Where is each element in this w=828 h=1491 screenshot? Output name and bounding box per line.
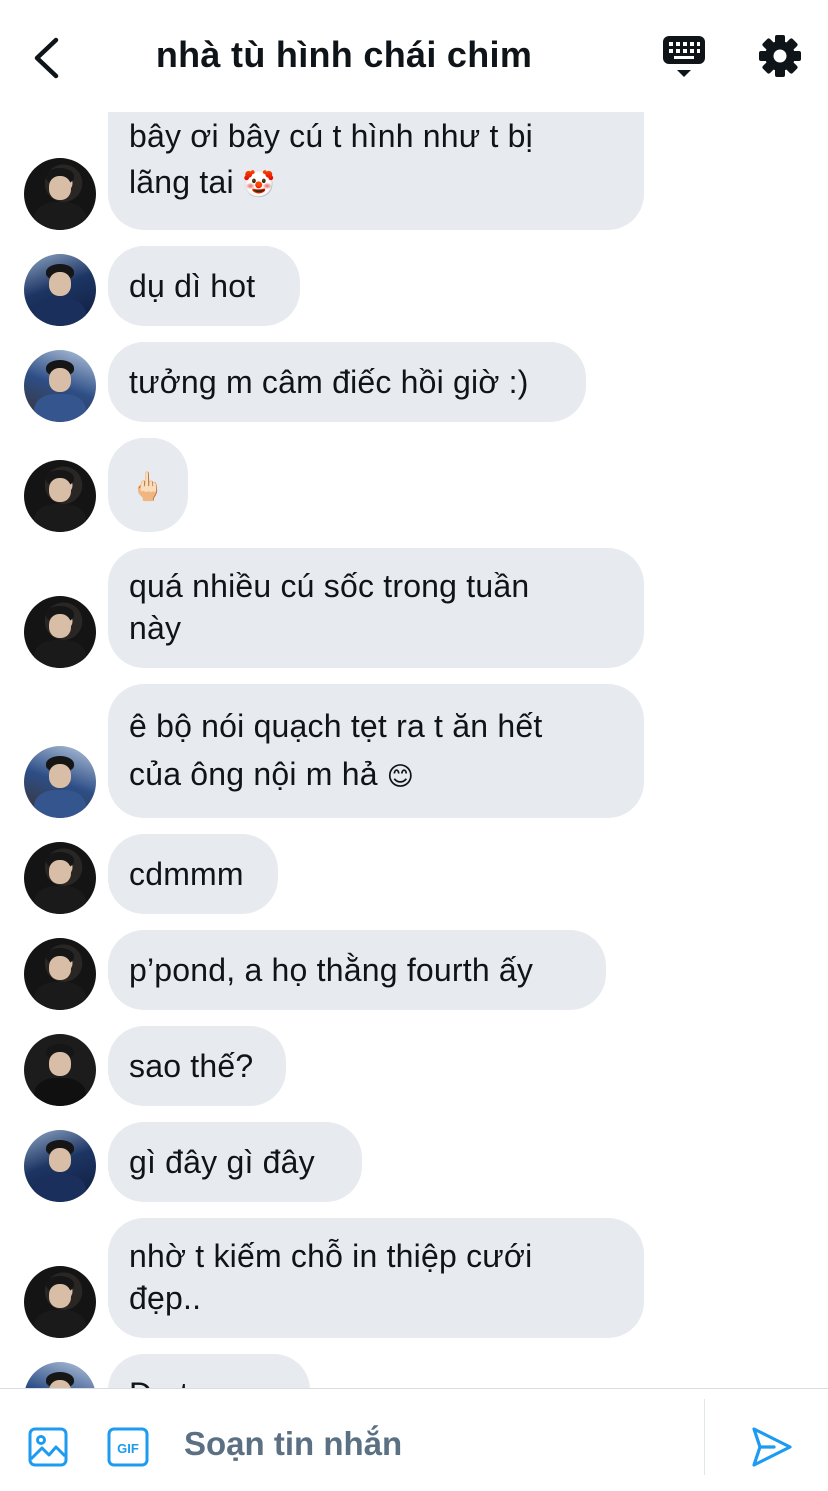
message-text: ê bộ nói quạch tẹt ra t ăn hết	[129, 708, 543, 744]
gear-icon	[759, 35, 801, 77]
message-input[interactable]	[184, 1419, 684, 1469]
avatar[interactable]	[24, 1362, 96, 1388]
avatar[interactable]	[24, 746, 96, 818]
message-bubble[interactable]: bây ơi bây cú t hình như t bị lãng tai 🤡	[108, 100, 644, 230]
chevron-left-icon	[34, 37, 59, 79]
keyboard-icon	[663, 36, 705, 77]
gif-icon: GIF	[107, 1427, 149, 1467]
message-bubble[interactable]: sao thế?	[108, 1026, 286, 1106]
message-list[interactable]: bây ơi bây cú t hình như t bị lãng tai 🤡…	[0, 0, 828, 1388]
avatar[interactable]	[24, 350, 96, 422]
message-text: Đ...t...	[129, 1371, 288, 1388]
message-bubble[interactable]: ê bộ nói quạch tẹt ra t ăn hết của ông n…	[108, 684, 644, 818]
keyboard-button[interactable]	[660, 34, 710, 82]
avatar[interactable]	[24, 158, 96, 230]
message-text: dụ dì hot	[129, 268, 256, 304]
avatar[interactable]	[24, 254, 96, 326]
message-composer: GIF	[0, 1388, 828, 1491]
message-text: p’pond, a họ thằng fourth ấy	[129, 952, 534, 988]
divider	[704, 1399, 705, 1475]
gif-button[interactable]: GIF	[107, 1427, 149, 1467]
middle-finger-emoji: 🖕🏻	[130, 470, 166, 503]
message-text: tưởng m câm điếc hồi giờ :)	[129, 364, 529, 400]
message-text: gì đây gì đây	[129, 1144, 315, 1180]
conversation-title[interactable]: nhà tù hình chái chim	[130, 34, 558, 76]
avatar[interactable]	[24, 938, 96, 1010]
message-bubble[interactable]: p’pond, a họ thằng fourth ấy	[108, 930, 606, 1010]
message-bubble[interactable]: tưởng m câm điếc hồi giờ :)	[108, 342, 586, 422]
message-bubble[interactable]: Đ...t...	[108, 1354, 310, 1388]
send-button[interactable]	[750, 1425, 794, 1469]
message-text: nhờ t kiếm chỗ in thiệp cưới	[129, 1238, 533, 1274]
back-button[interactable]	[24, 30, 68, 86]
avatar[interactable]	[24, 842, 96, 914]
clown-emoji: 🤡	[242, 170, 276, 200]
message-text: quá nhiều cú sốc trong tuần	[129, 568, 530, 604]
avatar[interactable]	[24, 460, 96, 532]
conversation-header: nhà tù hình chái chim	[0, 0, 828, 112]
avatar[interactable]	[24, 1130, 96, 1202]
message-text: này	[129, 610, 182, 646]
settings-button[interactable]	[756, 32, 804, 80]
message-bubble[interactable]: dụ dì hot	[108, 246, 300, 326]
add-image-button[interactable]	[28, 1427, 68, 1467]
message-bubble[interactable]: 🖕🏻	[108, 438, 188, 532]
message-bubble[interactable]: gì đây gì đây	[108, 1122, 362, 1202]
message-bubble[interactable]: nhờ t kiếm chỗ in thiệp cưới đẹp..	[108, 1218, 644, 1338]
message-text: lãng tai	[129, 164, 234, 200]
message-text: sao thế?	[129, 1048, 254, 1084]
message-text: đẹp..	[129, 1280, 202, 1316]
message-text: bây ơi bây cú t hình như t bị	[129, 118, 533, 154]
message-bubble[interactable]: quá nhiều cú sốc trong tuần này	[108, 548, 644, 668]
image-icon	[28, 1427, 68, 1467]
send-icon	[752, 1427, 792, 1467]
gif-label: GIF	[117, 1441, 139, 1456]
message-text: của ông nội m hả	[129, 756, 378, 792]
avatar[interactable]	[24, 596, 96, 668]
smiling-face-emoji: 😊	[386, 762, 415, 792]
avatar[interactable]	[24, 1266, 96, 1338]
avatar[interactable]	[24, 1034, 96, 1106]
message-bubble[interactable]: cdmmm	[108, 834, 278, 914]
message-text: cdmmm	[129, 856, 244, 892]
